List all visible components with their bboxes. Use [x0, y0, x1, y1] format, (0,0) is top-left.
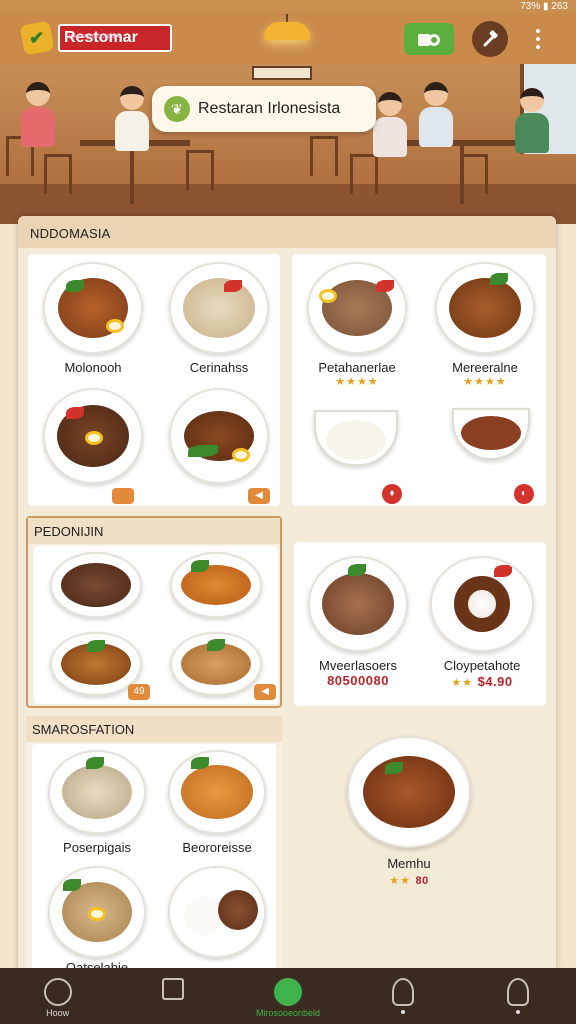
dish-image [170, 632, 262, 696]
order-tag[interactable]: ◀ [254, 684, 276, 700]
status-bar: 73% ▮ 263 [0, 0, 576, 14]
order-tag[interactable]: 49 [128, 684, 150, 700]
dish-name: Beororeisse [182, 840, 252, 855]
dish-item[interactable] [166, 632, 266, 696]
menu-card: Molonooh Cerinahss ◀ [28, 254, 280, 506]
order-tag[interactable]: ♦ [382, 484, 402, 504]
dish-item[interactable]: Mveerlasoers 80500080 [302, 556, 414, 688]
dish-image [307, 262, 407, 354]
section-title: SMAROSFATION [26, 716, 282, 742]
order-tag[interactable] [112, 488, 134, 504]
dish-name: Cerinahss [189, 360, 249, 375]
dish-item[interactable]: Mereeralne ★★★★ [430, 262, 540, 388]
dish-image [169, 388, 269, 484]
order-tag[interactable]: ◐ [514, 484, 534, 504]
dish-name: Petahanerlae [318, 360, 396, 375]
restaurant-badge-label: Restaran Irlonesista [198, 100, 341, 117]
bottom-navigation: Hoow Mirosooeonbeld [0, 968, 576, 1024]
dish-name: Molonooh [64, 360, 122, 375]
rating-stars: ★★ [451, 677, 474, 689]
nav-item-user[interactable] [461, 968, 576, 1024]
nav-item-home[interactable]: Hoow [0, 968, 115, 1024]
dish-item[interactable] [38, 388, 148, 484]
dish-item[interactable]: Oatselabie [42, 866, 152, 970]
dish-image [168, 750, 266, 834]
dish-image [435, 262, 535, 354]
dish-item[interactable]: Cloypetahote ★★ $4.90 [424, 556, 540, 691]
dish-image [168, 866, 266, 958]
dish-name: Mereeralne [452, 360, 518, 375]
tools-button[interactable] [472, 21, 508, 57]
section-title: PEDONIJIN [28, 518, 280, 544]
dish-price: $4.90 [477, 674, 513, 689]
nav-label: Hoow [46, 1008, 70, 1018]
dish-item[interactable] [162, 866, 272, 958]
leaf-icon: ❦ [164, 96, 190, 122]
profile-icon [392, 978, 415, 1006]
restaurant-badge[interactable]: ❦ Restaran Irlonesista [152, 86, 376, 132]
home-icon [43, 978, 72, 1006]
nav-item-profile[interactable] [346, 968, 461, 1024]
menu-card: Mveerlasoers 80500080 Cloypetahote ★★ $4… [294, 542, 546, 706]
dish-image[interactable] [314, 410, 398, 466]
rating-stars: ★★ [389, 875, 412, 887]
brand-logo[interactable]: Restomar MAKANAN INDONESIA [58, 24, 172, 52]
dish-image[interactable] [452, 408, 530, 460]
bag-icon [418, 34, 440, 46]
panel-title: NDDOMASIA [18, 216, 556, 248]
app-bar: ✔ Restomar MAKANAN INDONESIA [0, 14, 576, 64]
menu-panel: NDDOMASIA Molonooh Cerinahss ◀ Petahaner… [18, 216, 556, 972]
dish-item[interactable]: Molonooh [38, 262, 148, 375]
location-icon [274, 978, 302, 1006]
nav-label: Mirosooeonbeld [255, 1008, 321, 1018]
dish-name: Memhu [387, 856, 431, 871]
user-icon [507, 978, 530, 1006]
menu-card: SMAROSFATION Poserpigais Beororeisse Oat… [26, 716, 282, 972]
dish-image [169, 262, 269, 354]
dish-item[interactable] [166, 552, 266, 618]
dish-image [430, 556, 534, 652]
dish-image [43, 388, 143, 484]
menu-card: Petahanerlae ★★★★ Mereeralne ★★★★ ♦ ◐ [292, 254, 546, 506]
dish-image [48, 866, 146, 958]
dish-name: Poserpigais [63, 840, 131, 855]
dish-item[interactable]: Cerinahss [164, 262, 274, 375]
more-menu-button[interactable] [526, 24, 550, 54]
dish-item[interactable]: Petahanerlae ★★★★ [302, 262, 412, 388]
nav-item-location[interactable]: Mirosooeonbeld [230, 968, 345, 1024]
dish-item[interactable] [164, 388, 274, 484]
brand-tagline: MAKANAN INDONESIA [66, 34, 120, 40]
dish-name: Mveerlasoers [318, 658, 398, 673]
bag-icon [161, 978, 184, 1000]
order-tag[interactable]: ◀ [248, 488, 270, 504]
dish-item[interactable] [46, 552, 146, 618]
featured-dish[interactable]: Memhu ★★ 80 [344, 736, 474, 889]
dish-price: 80500080 [327, 673, 389, 688]
dish-image [308, 556, 408, 652]
dish-item[interactable]: Beororeisse [162, 750, 272, 855]
dish-name: Cloypetahote [443, 658, 521, 673]
restaurant-hero-image: ❦ Restaran Irlonesista [0, 64, 576, 224]
hammer-icon [483, 30, 498, 47]
dish-price: 80 [415, 875, 429, 887]
rating-stars: ★★★★ [335, 376, 379, 388]
dish-image [170, 552, 262, 618]
dish-image [48, 750, 146, 834]
nav-item-bag[interactable] [115, 968, 230, 1024]
lamp-icon [264, 14, 310, 42]
brand-logo-icon: ✔ [19, 20, 55, 56]
cart-button[interactable] [404, 23, 454, 55]
more-vert-icon [536, 29, 540, 33]
dish-image [43, 262, 143, 354]
dish-image [347, 736, 471, 848]
menu-card: PEDONIJIN 49 ◀ [26, 516, 282, 708]
rating-stars: ★★★★ [463, 376, 507, 388]
dish-image [50, 552, 142, 618]
dish-item[interactable]: Poserpigais [42, 750, 152, 855]
